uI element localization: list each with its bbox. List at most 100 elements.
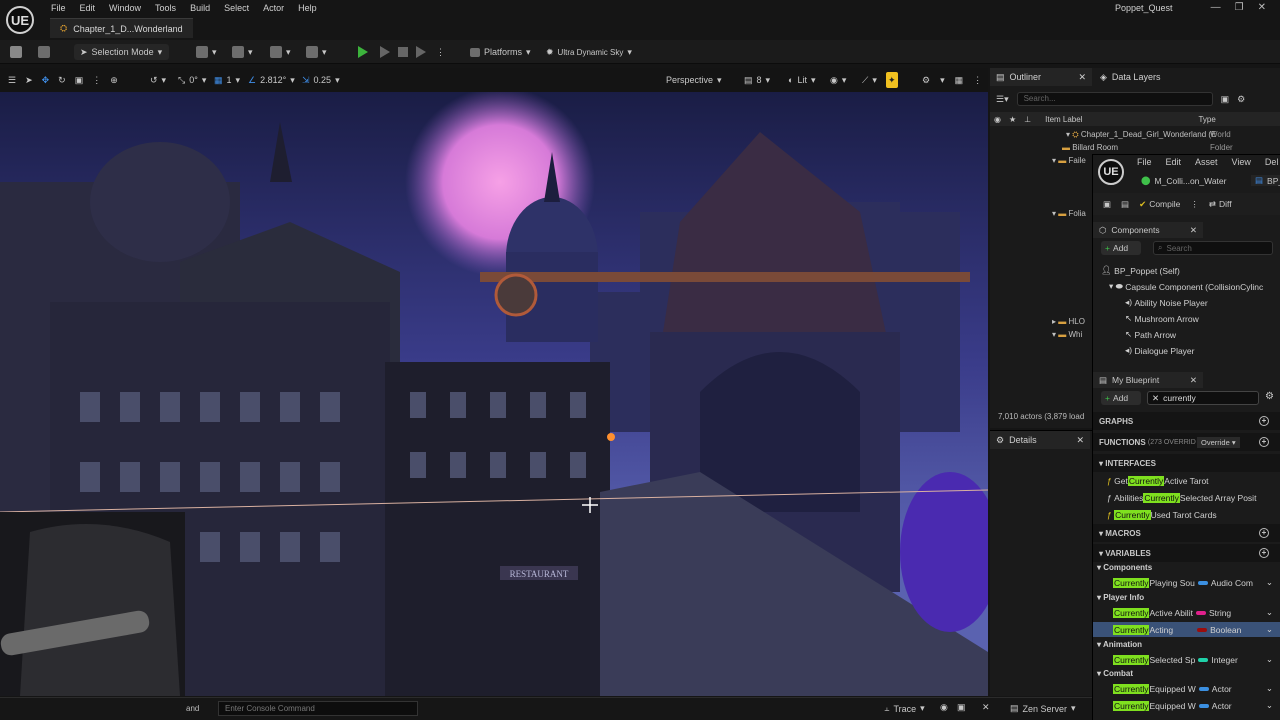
variable-item-selected[interactable]: Currently Acting Boolean ⌄	[1093, 622, 1280, 637]
tree-row[interactable]: ▾ ▬ Whi	[1052, 330, 1082, 339]
maximize-icon[interactable]: ❐	[1235, 2, 1244, 13]
component-item[interactable]: 👤︎ BP_Poppet (Self)	[1093, 263, 1280, 278]
unreal-logo-icon[interactable]: UE	[6, 6, 34, 34]
outliner-tab[interactable]: ▤ Outliner ✕	[990, 68, 1092, 86]
add-graph-icon[interactable]: +	[1259, 416, 1269, 426]
layout-icon[interactable]: ▦	[955, 75, 964, 86]
col-type[interactable]: Type	[1198, 115, 1215, 124]
gear-icon[interactable]: ⚙	[1265, 391, 1274, 402]
close-icon[interactable]: ✕	[1258, 2, 1266, 13]
expand-icon[interactable]: ⌄	[1266, 700, 1273, 711]
bp-menu-edit[interactable]: Edit	[1166, 157, 1182, 167]
close-icon[interactable]: ✕	[1190, 225, 1197, 236]
menu-file[interactable]: File	[44, 1, 73, 15]
angle-snap[interactable]: ∠ 2.812° ▾	[248, 72, 295, 88]
hamburger-icon[interactable]: ☰	[8, 75, 16, 86]
bp-menu-file[interactable]: File	[1137, 157, 1152, 167]
record-icon[interactable]: ◉	[940, 702, 948, 713]
col-item-label[interactable]: Item Label	[1045, 115, 1082, 124]
document-tab[interactable]: ⛭ Chapter_1_D...Wonderland	[50, 18, 193, 38]
variable-item[interactable]: Currently Equipped W Actor ⌄	[1093, 681, 1280, 696]
content-button[interactable]	[38, 44, 50, 60]
save-icon[interactable]: ▣	[1103, 199, 1111, 210]
tree-row[interactable]: ▾ ▬ Folia	[1052, 209, 1086, 218]
add-variable-icon[interactable]: +	[1259, 548, 1269, 558]
var-category[interactable]: ▾ Combat	[1097, 669, 1133, 678]
world-space-icon[interactable]: ⊕	[110, 75, 118, 86]
variable-item[interactable]: Currently Equipped W Actor ⌄	[1093, 698, 1280, 713]
component-item[interactable]: ◂) Ability Noise Player	[1093, 295, 1280, 310]
add-member-button[interactable]: + Add	[1101, 391, 1141, 405]
realtime-dropdown[interactable]: ⟋ ▾	[862, 72, 877, 88]
blueprint-button[interactable]: ▾	[232, 44, 253, 60]
functions-section[interactable]: FUNCTIONS (273 OVERRID Override ▾ +	[1093, 433, 1280, 451]
tree-row-world[interactable]: ▾ ⛭ Chapter_1_Dead_Girl_Wonderland (E Wor…	[1066, 130, 1231, 140]
gear-icon[interactable]: ⚙	[922, 75, 930, 86]
menu-select[interactable]: Select	[217, 1, 256, 15]
interface-function[interactable]: ƒ Get Currently Active Tarot	[1093, 473, 1280, 488]
close-icon[interactable]: ✕	[1076, 435, 1084, 446]
eject-button[interactable]	[416, 44, 426, 60]
override-dropdown[interactable]: Override ▾	[1197, 436, 1240, 448]
var-category[interactable]: ▾ Player Info	[1097, 593, 1144, 602]
gear-icon[interactable]: ⚙	[1237, 94, 1245, 105]
console-command-input[interactable]: Enter Console Command	[218, 701, 418, 716]
my-blueprint-tab[interactable]: ▤ My Blueprint ✕	[1093, 372, 1203, 388]
add-function-icon[interactable]: +	[1259, 437, 1269, 447]
data-layers-tab[interactable]: ◈ Data Layers	[1094, 68, 1166, 86]
bp-tab-poppet[interactable]: ▤ BP_	[1251, 175, 1280, 186]
folder-add-icon[interactable]: ▣	[1221, 94, 1230, 105]
add-actor-button[interactable]: ▾	[196, 44, 217, 60]
menu-build[interactable]: Build	[183, 1, 217, 15]
selection-mode-dropdown[interactable]: ➤ Selection Mode ▾	[74, 44, 169, 60]
component-item[interactable]: ↖ Mushroom Arrow	[1093, 311, 1280, 326]
trace-dropdown[interactable]: ⫠ Trace ▾	[884, 703, 925, 714]
show-dropdown[interactable]: ◉ ▾	[830, 72, 846, 88]
expand-icon[interactable]: ⌄	[1266, 577, 1273, 588]
filter-icon[interactable]: ☰▾	[996, 94, 1009, 105]
macros-section[interactable]: ▾ MACROS +	[1093, 524, 1280, 542]
more-vertical-icon[interactable]: ⋮	[973, 75, 982, 86]
var-category[interactable]: ▾ Animation	[1097, 640, 1142, 649]
highlight-toggle[interactable]: ✦	[886, 72, 898, 88]
variables-section[interactable]: ▾ VARIABLES +	[1093, 544, 1280, 562]
expand-icon[interactable]: ⌄	[1266, 624, 1273, 635]
unreal-logo-icon[interactable]: UE	[1098, 159, 1124, 185]
sky-dropdown[interactable]: ✹ Ultra Dynamic Sky ▾	[546, 44, 632, 60]
surface-snap[interactable]: ⤡ 0° ▾	[178, 72, 206, 88]
my-blueprint-search-input[interactable]: ✕ currently	[1147, 391, 1259, 405]
variable-item[interactable]: Currently Selected Sp Integer ⌄	[1093, 652, 1280, 667]
tree-row[interactable]: ▾ ▬ Faile	[1052, 156, 1086, 165]
add-component-button[interactable]: + Add	[1101, 241, 1141, 255]
close-icon[interactable]: ✕	[1190, 375, 1197, 386]
bp-tab-material[interactable]: ⬤ M_Colli...on_Water	[1141, 175, 1226, 186]
zen-server-dropdown[interactable]: ▤ Zen Server ▾	[1010, 703, 1076, 714]
menu-edit[interactable]: Edit	[73, 1, 103, 15]
lit-dropdown[interactable]: ◐ Lit ▾	[788, 72, 815, 88]
screenshot-icon[interactable]: ▣	[957, 702, 966, 713]
level-viewport[interactable]: RESTAURANT	[0, 92, 988, 696]
variable-item[interactable]: Currently Playing Sou Audio Com ⌄	[1093, 575, 1280, 590]
component-item[interactable]: ◂) Dialogue Player	[1093, 343, 1280, 358]
play-button[interactable]	[358, 44, 368, 60]
component-search-input[interactable]: ⌕ Search	[1153, 241, 1273, 255]
expand-icon[interactable]: ⌄	[1266, 683, 1273, 694]
stop-button[interactable]	[398, 44, 408, 60]
clear-icon[interactable]: ✕	[1152, 393, 1159, 404]
component-item[interactable]: ↖ Path Arrow	[1093, 327, 1280, 342]
variable-item[interactable]: Currently Active Abilit String ⌄	[1093, 605, 1280, 620]
graphs-section[interactable]: GRAPHS +	[1093, 412, 1280, 430]
var-category[interactable]: ▾ Components	[1097, 563, 1152, 572]
platforms-dropdown[interactable]: Platforms ▾	[470, 44, 531, 60]
diff-button[interactable]: ⇄ Diff	[1209, 199, 1232, 210]
save-button[interactable]	[10, 44, 22, 60]
grid-snap[interactable]: ▦ 1 ▾	[214, 72, 240, 88]
compile-button[interactable]: ✔ Compile	[1139, 199, 1180, 210]
component-item[interactable]: ▾ ⬬ Capsule Component (CollisionCylinc	[1093, 279, 1280, 294]
interface-function[interactable]: ƒ Currently Used Tarot Cards	[1093, 507, 1280, 522]
details-tab[interactable]: ⚙ Details ✕	[990, 431, 1090, 449]
more-vertical-icon[interactable]: ⋮	[92, 75, 101, 86]
interfaces-section[interactable]: ▾ INTERFACES	[1093, 454, 1280, 472]
components-tab[interactable]: ⬡ Components ✕	[1093, 222, 1203, 238]
rotate-tool-icon[interactable]: ↻	[58, 75, 66, 86]
